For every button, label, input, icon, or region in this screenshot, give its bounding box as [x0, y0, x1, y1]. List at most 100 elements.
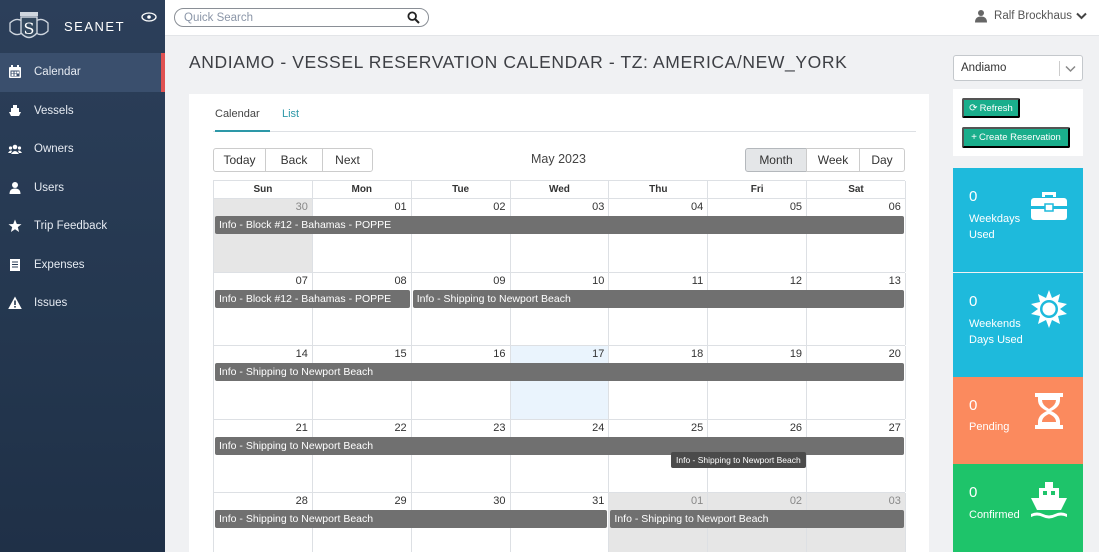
day-number[interactable]: 26 — [790, 422, 802, 434]
day-number[interactable]: 13 — [889, 275, 901, 287]
today-button[interactable]: Today — [213, 148, 266, 172]
day-number[interactable]: 30 — [493, 495, 505, 507]
day-number[interactable]: 17 — [592, 348, 604, 360]
day-number[interactable]: 30 — [296, 201, 308, 213]
day-number[interactable]: 14 — [296, 348, 308, 360]
day-number[interactable]: 18 — [691, 348, 703, 360]
day-cell[interactable]: 08 — [313, 272, 412, 346]
day-cell[interactable]: 09 — [412, 272, 511, 346]
tab-calendar[interactable]: Calendar — [215, 108, 270, 132]
sidebar-item-users[interactable]: Users — [0, 169, 165, 208]
weekday-header-cell: Thu — [609, 181, 709, 199]
day-cell[interactable]: 13 — [807, 272, 906, 346]
brand[interactable]: S SEANET — [0, 0, 165, 53]
day-cell[interactable]: 04 — [609, 199, 709, 272]
day-number[interactable]: 06 — [889, 201, 901, 213]
day-cell[interactable]: 10 — [511, 272, 610, 346]
day-cell[interactable]: 12 — [708, 272, 808, 346]
sidebar-item-owners[interactable]: Owners — [0, 130, 165, 169]
day-number[interactable]: 03 — [889, 495, 901, 507]
day-cell[interactable]: 27 — [807, 419, 906, 493]
day-number[interactable]: 21 — [296, 422, 308, 434]
day-number[interactable]: 09 — [493, 275, 505, 287]
day-number[interactable]: 20 — [889, 348, 901, 360]
day-number[interactable]: 08 — [394, 275, 406, 287]
day-number[interactable]: 24 — [592, 422, 604, 434]
day-number[interactable]: 04 — [691, 201, 703, 213]
next-button[interactable]: Next — [322, 148, 373, 172]
day-number[interactable]: 15 — [394, 348, 406, 360]
day-cell[interactable]: 11 — [609, 272, 709, 346]
weekday-header-cell: Wed — [510, 181, 610, 199]
vessel-select[interactable]: Andiamo — [953, 55, 1083, 81]
day-cell[interactable]: 24 — [511, 419, 610, 493]
day-number[interactable]: 01 — [394, 201, 406, 213]
day-number[interactable]: 16 — [493, 348, 505, 360]
day-cell[interactable]: 05 — [708, 199, 808, 272]
calendar-icon — [8, 65, 22, 79]
day-number[interactable]: 10 — [592, 275, 604, 287]
day-cell[interactable]: 02 — [412, 199, 511, 272]
calendar-event[interactable]: Info - Shipping to Newport Beach — [215, 510, 608, 529]
month-grid: Sun Mon Tue Wed Thu Fri Sat 30 01 02 03 04 05 06 Info… — [213, 180, 906, 552]
sidebar-item-trip-feedback[interactable]: Trip Feedback — [0, 207, 165, 246]
user-menu[interactable]: Ralf Brockhaus — [974, 9, 1087, 23]
sidebar-item-expenses[interactable]: Expenses — [0, 246, 165, 285]
sidebar-item-calendar[interactable]: Calendar — [0, 53, 165, 92]
stat-value: 0 — [969, 188, 978, 205]
calendar-event[interactable]: Info - Shipping to Newport Beach — [610, 510, 904, 529]
sidebar-item-label: Calendar — [34, 66, 81, 79]
day-number[interactable]: 28 — [296, 495, 308, 507]
day-number[interactable]: 25 — [691, 422, 703, 434]
day-number[interactable]: 12 — [790, 275, 802, 287]
day-cell[interactable]: 19 — [708, 346, 808, 419]
week-view-button[interactable]: Week — [806, 148, 860, 172]
day-number[interactable]: 31 — [592, 495, 604, 507]
day-number[interactable]: 22 — [394, 422, 406, 434]
refresh-button[interactable]: ⟳ Refresh — [962, 98, 1020, 118]
search-icon[interactable] — [407, 11, 420, 24]
day-cell[interactable]: 17 — [510, 346, 610, 419]
month-view-button[interactable]: Month — [745, 148, 807, 172]
brand-name: SEANET — [64, 19, 126, 34]
toggle-eye-icon[interactable] — [141, 12, 157, 22]
calendar-event[interactable]: Info - Block #12 - Bahamas - POPPE — [215, 216, 904, 234]
quick-search[interactable] — [174, 8, 429, 27]
day-cell[interactable]: 30 — [214, 199, 313, 272]
day-number[interactable]: 03 — [592, 201, 604, 213]
calendar-event[interactable]: Info - Shipping to Newport Beach — [412, 289, 904, 308]
calendar-event[interactable]: Info - Shipping to Newport Beach — [215, 363, 904, 382]
back-button[interactable]: Back — [265, 148, 323, 172]
day-cell[interactable]: 01 — [313, 199, 412, 272]
sidebar-item-vessels[interactable]: Vessels — [0, 92, 165, 131]
day-number[interactable]: 19 — [790, 348, 802, 360]
day-cell[interactable]: 22 — [313, 419, 412, 493]
day-cell[interactable]: 21 — [214, 419, 313, 493]
day-view-button[interactable]: Day — [859, 148, 905, 172]
day-cell[interactable]: 16 — [412, 346, 511, 419]
chevron-down-icon[interactable] — [1065, 65, 1076, 73]
day-cell[interactable]: 18 — [609, 346, 709, 419]
sidebar-item-issues[interactable]: Issues — [0, 284, 165, 323]
day-number[interactable]: 27 — [889, 422, 901, 434]
day-cell[interactable]: 14 — [214, 346, 313, 419]
day-cell[interactable]: 15 — [313, 346, 412, 419]
day-cell[interactable]: 07 — [214, 272, 313, 346]
day-number[interactable]: 02 — [493, 201, 505, 213]
search-input[interactable] — [184, 10, 394, 25]
day-number[interactable]: 01 — [691, 495, 703, 507]
day-number[interactable]: 05 — [790, 201, 802, 213]
tab-list[interactable]: List — [280, 108, 301, 132]
sun-icon — [1029, 289, 1069, 329]
day-cell[interactable]: 06 — [807, 199, 906, 272]
day-number[interactable]: 23 — [493, 422, 505, 434]
day-number[interactable]: 07 — [296, 275, 308, 287]
day-number[interactable]: 29 — [394, 495, 406, 507]
create-reservation-button[interactable]: + Create Reservation — [962, 127, 1070, 148]
day-cell[interactable]: 03 — [511, 199, 610, 272]
day-number[interactable]: 02 — [790, 495, 802, 507]
day-number[interactable]: 11 — [692, 275, 703, 287]
calendar-event[interactable]: Info - Block #12 - Bahamas - POPPE — [215, 289, 410, 308]
day-cell[interactable]: 23 — [412, 419, 511, 493]
day-cell[interactable]: 20 — [807, 346, 906, 419]
